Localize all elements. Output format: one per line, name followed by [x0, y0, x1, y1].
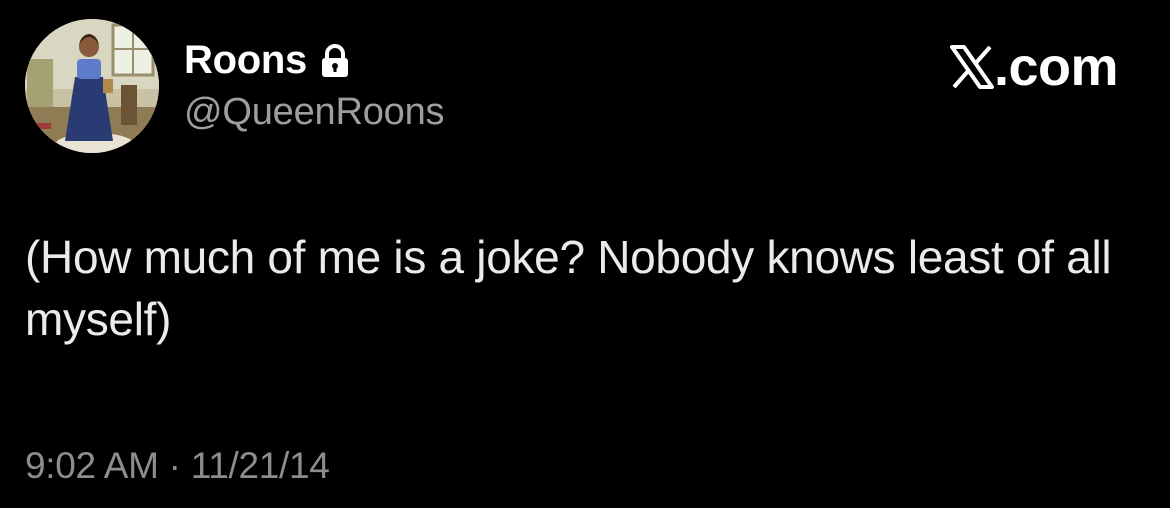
- display-name-row: Roons: [184, 38, 351, 82]
- avatar[interactable]: [25, 19, 159, 153]
- tweet-text: (How much of me is a joke? Nobody knows …: [25, 231, 1112, 345]
- meta-separator: ·: [168, 445, 181, 486]
- brand-text: .com: [993, 37, 1119, 97]
- lock-icon: [319, 43, 351, 79]
- brand-watermark: .com: [949, 37, 1119, 97]
- avatar-illustration: [25, 19, 159, 153]
- tweet-card: Roons @QueenRoons .com (How much of me i…: [0, 0, 1170, 508]
- x-logo-icon: [949, 45, 994, 89]
- tweet-time[interactable]: 9:02 AM: [25, 445, 159, 486]
- tweet-date[interactable]: 11/21/14: [191, 445, 330, 486]
- user-handle[interactable]: @QueenRoons: [184, 90, 445, 134]
- display-name[interactable]: Roons: [184, 38, 307, 82]
- tweet-meta: 9:02 AM · 11/21/14: [25, 444, 330, 488]
